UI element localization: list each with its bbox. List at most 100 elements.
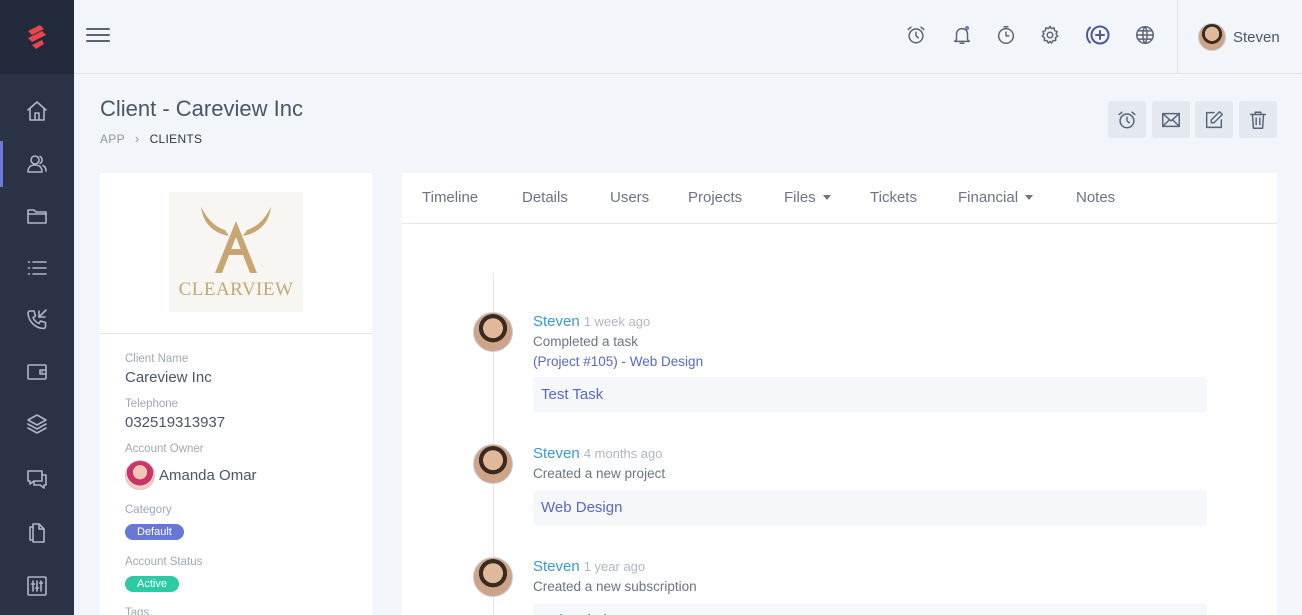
sidebar-item-knowledgebase[interactable]: [0, 507, 74, 559]
tab-label: Notes: [1076, 189, 1116, 206]
tab-tickets[interactable]: Tickets: [870, 189, 917, 206]
tab-users[interactable]: Users: [610, 189, 649, 206]
add-reminder-button[interactable]: [1108, 101, 1146, 138]
client-logo-emblem: [201, 207, 271, 273]
alarm-clock-icon: [1118, 110, 1136, 129]
account-status-label: Account Status: [125, 556, 203, 568]
tab-files[interactable]: Files: [784, 189, 831, 206]
status-badge: Active: [125, 576, 179, 592]
timeline-time: 1 week ago: [583, 314, 651, 329]
reminders-button[interactable]: [903, 22, 929, 48]
tab-financial[interactable]: Financial: [958, 189, 1034, 206]
phone-icon: [27, 309, 47, 330]
timeline-time: 1 year ago: [583, 559, 646, 574]
home-icon: [27, 101, 47, 121]
client-name-value: Careview Inc: [125, 369, 212, 386]
tab-label: Timeline: [422, 189, 479, 206]
globe-icon: [1136, 26, 1154, 44]
caret-down-icon: [1025, 195, 1034, 200]
sidebar-item-settings[interactable]: [0, 560, 74, 612]
chevron-right-icon: ›: [134, 131, 140, 146]
account-owner-name: Amanda Omar: [159, 466, 257, 484]
user-menu[interactable]: Steven: [1198, 22, 1280, 52]
quick-add-button[interactable]: [1082, 22, 1114, 48]
category-label: Category: [125, 504, 172, 516]
tab-label: Projects: [688, 189, 743, 206]
documents-icon: [29, 523, 45, 543]
telephone-label: Telephone: [125, 398, 179, 410]
wallet-icon: [27, 364, 47, 380]
tab-timeline[interactable]: Timeline: [422, 189, 478, 206]
bell-icon: [953, 26, 971, 44]
tab-label: Files: [784, 189, 816, 206]
timeline-user[interactable]: Steven: [533, 445, 580, 462]
tab-details[interactable]: Details: [522, 189, 568, 206]
user-name: Steven: [1233, 28, 1280, 46]
users-icon: [27, 155, 47, 173]
sidebar-item-tasks[interactable]: [0, 242, 74, 294]
timeline-project-link[interactable]: (Project #105) - Web Design: [533, 354, 703, 369]
tab-projects[interactable]: Projects: [688, 189, 742, 206]
timeline-action: Created a new subscription: [533, 579, 697, 594]
gear-icon: [1041, 25, 1059, 44]
page-title: Client - Careview Inc: [100, 96, 303, 121]
sidebar-item-home[interactable]: [0, 85, 74, 137]
avatar: [1198, 23, 1226, 51]
hamburger-line: [86, 40, 110, 42]
sidebar-item-projects[interactable]: [0, 190, 74, 242]
account-owner-label: Account Owner: [125, 443, 204, 455]
timeline-item[interactable]: Web Design: [533, 490, 1207, 526]
sidebar-item-tickets[interactable]: [0, 453, 74, 505]
sidebar: [0, 0, 74, 615]
notifications-button[interactable]: [949, 22, 975, 48]
alarm-clock-icon: [907, 26, 925, 44]
avatar: [473, 557, 513, 597]
timeline-user[interactable]: Steven: [533, 558, 580, 575]
tab-label: Users: [610, 189, 650, 206]
layers-icon: [27, 414, 47, 434]
tab-label: Financial: [958, 189, 1019, 206]
timeline-entry-header: Steven 1 year ago: [533, 558, 645, 575]
account-owner[interactable]: Amanda Omar: [125, 460, 257, 490]
sidebar-item-clients[interactable]: [0, 138, 74, 190]
app-logo[interactable]: [0, 0, 74, 74]
tab-label: Tickets: [870, 189, 917, 206]
breadcrumb-app[interactable]: APP: [100, 132, 125, 146]
send-email-button[interactable]: [1152, 101, 1190, 138]
edit-client-button[interactable]: [1195, 101, 1233, 138]
hamburger-line: [86, 28, 110, 30]
telephone-value: 032519313937: [125, 414, 226, 431]
client-content-panel: Timeline Details Users Projects Files Ti…: [402, 173, 1277, 615]
avatar: [473, 312, 513, 352]
timeline-item[interactable]: Test Task: [533, 377, 1207, 413]
timeline-action: Created a new project: [533, 466, 666, 481]
tab-label: Details: [522, 189, 568, 206]
breadcrumb-current: CLIENTS: [149, 131, 203, 146]
client-name-label: Client Name: [125, 353, 189, 365]
edit-icon: [1205, 110, 1223, 128]
sidebar-item-sales[interactable]: [0, 346, 74, 398]
topbar: Steven: [74, 0, 1302, 74]
menu-toggle-button[interactable]: [86, 24, 110, 48]
trash-icon: [1249, 110, 1267, 129]
timeline-item[interactable]: Subscription - SUB-000001: [533, 603, 1207, 615]
delete-client-button[interactable]: [1239, 101, 1277, 138]
sliders-icon: [27, 576, 47, 596]
sidebar-item-leads[interactable]: [0, 294, 74, 346]
client-logo-text: CLEARVIEW: [178, 279, 294, 300]
client-logo: CLEARVIEW: [169, 192, 303, 312]
timeline-user[interactable]: Steven: [533, 313, 580, 330]
tab-notes[interactable]: Notes: [1076, 189, 1115, 206]
timer-button[interactable]: [993, 22, 1019, 48]
language-button[interactable]: [1132, 22, 1158, 48]
avatar: [473, 444, 513, 484]
app-logo-icon: [28, 25, 46, 49]
timeline-time: 4 months ago: [583, 446, 663, 461]
client-tabs: Timeline Details Users Projects Files Ti…: [402, 173, 1277, 224]
folder-icon: [27, 209, 47, 224]
settings-button[interactable]: [1037, 22, 1063, 48]
sidebar-item-products[interactable]: [0, 398, 74, 450]
client-details-panel: CLEARVIEW Client Name Careview Inc Telep…: [100, 173, 372, 615]
timer-icon: [997, 26, 1015, 44]
tags-label: Tags: [125, 607, 150, 615]
